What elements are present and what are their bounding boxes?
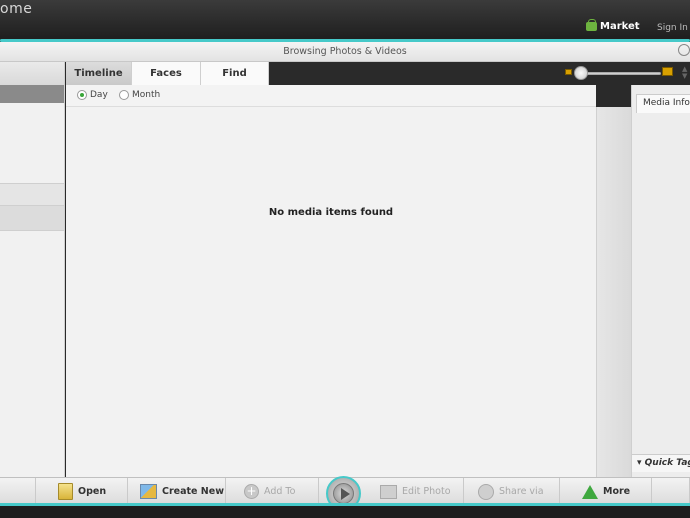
slider-thumb[interactable] [574,66,588,80]
radio-dot-icon [119,90,129,100]
title-bar: ome Market Sign In [0,0,690,40]
large-thumbnail-icon [662,67,673,76]
quick-tag-header[interactable]: ▾ Quick Tag [632,454,690,472]
create-new-button[interactable]: Create New [128,478,226,505]
browse-title: Browsing Photos & Videos [283,46,407,57]
tab-media-info[interactable]: Media Info [636,94,690,113]
play-icon [341,488,350,500]
tab-timeline[interactable]: Timeline [66,62,132,85]
share-via-label: Share via [499,486,544,497]
add-to-button[interactable]: + Add To [226,478,319,505]
left-panel-section[interactable] [0,206,64,231]
media-grid[interactable]: No media items found [66,107,596,477]
left-panel [0,62,65,477]
left-panel-header[interactable] [0,62,64,85]
add-icon: + [244,484,259,499]
day-radio[interactable]: Day [77,90,108,100]
toolbar-spacer [0,478,36,505]
share-via-button[interactable]: Share via [464,478,560,505]
slider-track[interactable] [577,72,661,75]
month-label: Month [132,90,161,100]
browse-header: Browsing Photos & Videos [0,42,690,62]
open-button[interactable]: Open [36,478,128,505]
shopping-bag-icon [586,19,597,31]
sort-arrows-icon[interactable]: ▲ ▼ [682,66,690,80]
thumbnail-size-slider[interactable]: ▲ ▼ [563,66,690,80]
left-panel-section[interactable] [0,183,64,206]
open-icon [58,483,73,500]
edit-photo-button[interactable]: Edit Photo [368,478,464,505]
left-panel-selected-item[interactable] [0,85,64,103]
bottom-strip [0,506,690,518]
day-label: Day [90,90,108,100]
toolbar-spacer [652,478,690,505]
edit-photo-label: Edit Photo [402,486,451,497]
quick-tag-label: Quick Tag [644,458,690,468]
arrow-up-icon [582,484,598,499]
tab-faces[interactable]: Faces [132,62,201,85]
create-new-icon [140,484,157,499]
view-mode-bar: Day Month [66,85,596,107]
edit-photo-icon [380,484,397,499]
create-new-label: Create New [162,486,224,497]
sign-in-link[interactable]: Sign In [657,23,688,33]
tab-find[interactable]: Find [201,62,269,85]
open-label: Open [78,486,107,497]
market-label: Market [600,21,640,32]
right-panel: Media Info ▾ Quick Tag [631,85,690,477]
empty-message: No media items found [268,207,394,218]
small-thumbnail-icon [565,69,572,75]
app-title: ome [0,1,33,17]
share-icon [478,483,494,500]
search-icon[interactable] [678,44,690,56]
month-radio[interactable]: Month [119,90,160,100]
timeline-scrollbar[interactable] [596,107,631,477]
radio-dot-icon [77,90,87,100]
add-to-label: Add To [264,486,296,497]
more-label: More [603,486,631,497]
view-tabs: Timeline Faces Find [66,62,269,85]
more-button[interactable]: More [560,478,652,505]
market-button[interactable]: Market [586,19,640,32]
